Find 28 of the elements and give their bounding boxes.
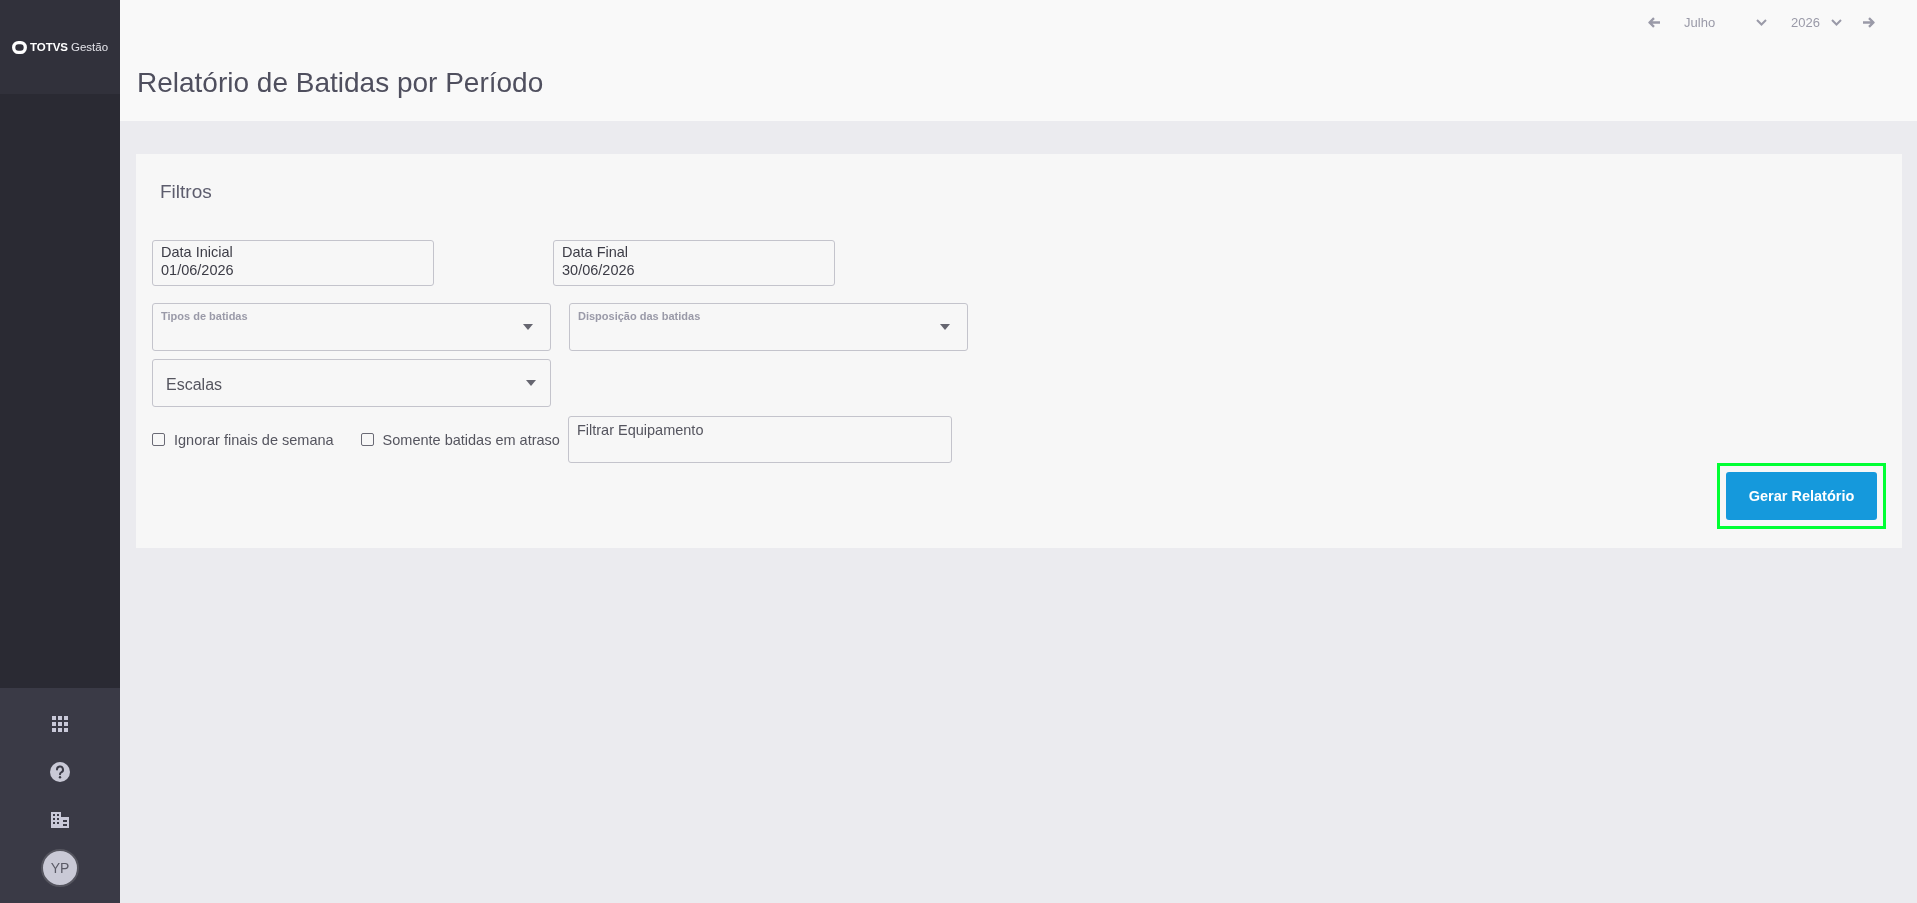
user-avatar[interactable]: YP — [41, 849, 79, 887]
caret-down-icon — [523, 324, 533, 330]
date-input[interactable]: 30/06/2026 — [562, 261, 826, 279]
help-icon[interactable] — [50, 762, 70, 782]
field-label: Data Final — [562, 243, 629, 261]
date-field[interactable]: Data Inicial 01/06/2026 — [152, 240, 434, 286]
date-input[interactable]: 01/06/2026 — [161, 261, 425, 279]
checkbox-label[interactable]: Ignorar finais de semana — [174, 430, 334, 449]
page-title: Relatório de Batidas por Período — [137, 66, 545, 100]
checkbox-label[interactable]: Somente batidas em atraso — [382, 430, 560, 449]
checkbox[interactable] — [360, 433, 374, 446]
arrow-left-icon[interactable] — [1648, 16, 1662, 28]
ring-icon — [11, 40, 27, 54]
equipment-filter-field[interactable]: Filtrar Equipamento — [567, 416, 952, 463]
checkbox[interactable] — [152, 433, 165, 446]
date-field[interactable]: Data Final 30/06/2026 — [553, 240, 835, 286]
building-icon[interactable] — [51, 812, 69, 828]
arrow-right-icon[interactable] — [1862, 16, 1875, 28]
product-name: Gestão — [71, 40, 109, 54]
section-title: Filtros — [160, 180, 213, 204]
brand-name: TOTVS — [29, 40, 69, 54]
grid-icon[interactable] — [52, 716, 68, 732]
select-field[interactable]: Escalas — [152, 359, 551, 407]
field-label: Data Inicial — [161, 243, 233, 261]
caret-down-icon — [940, 324, 950, 330]
chevron-down-icon — [1756, 18, 1768, 26]
chevron-down-icon — [1831, 18, 1842, 26]
caret-down-icon — [526, 379, 536, 386]
